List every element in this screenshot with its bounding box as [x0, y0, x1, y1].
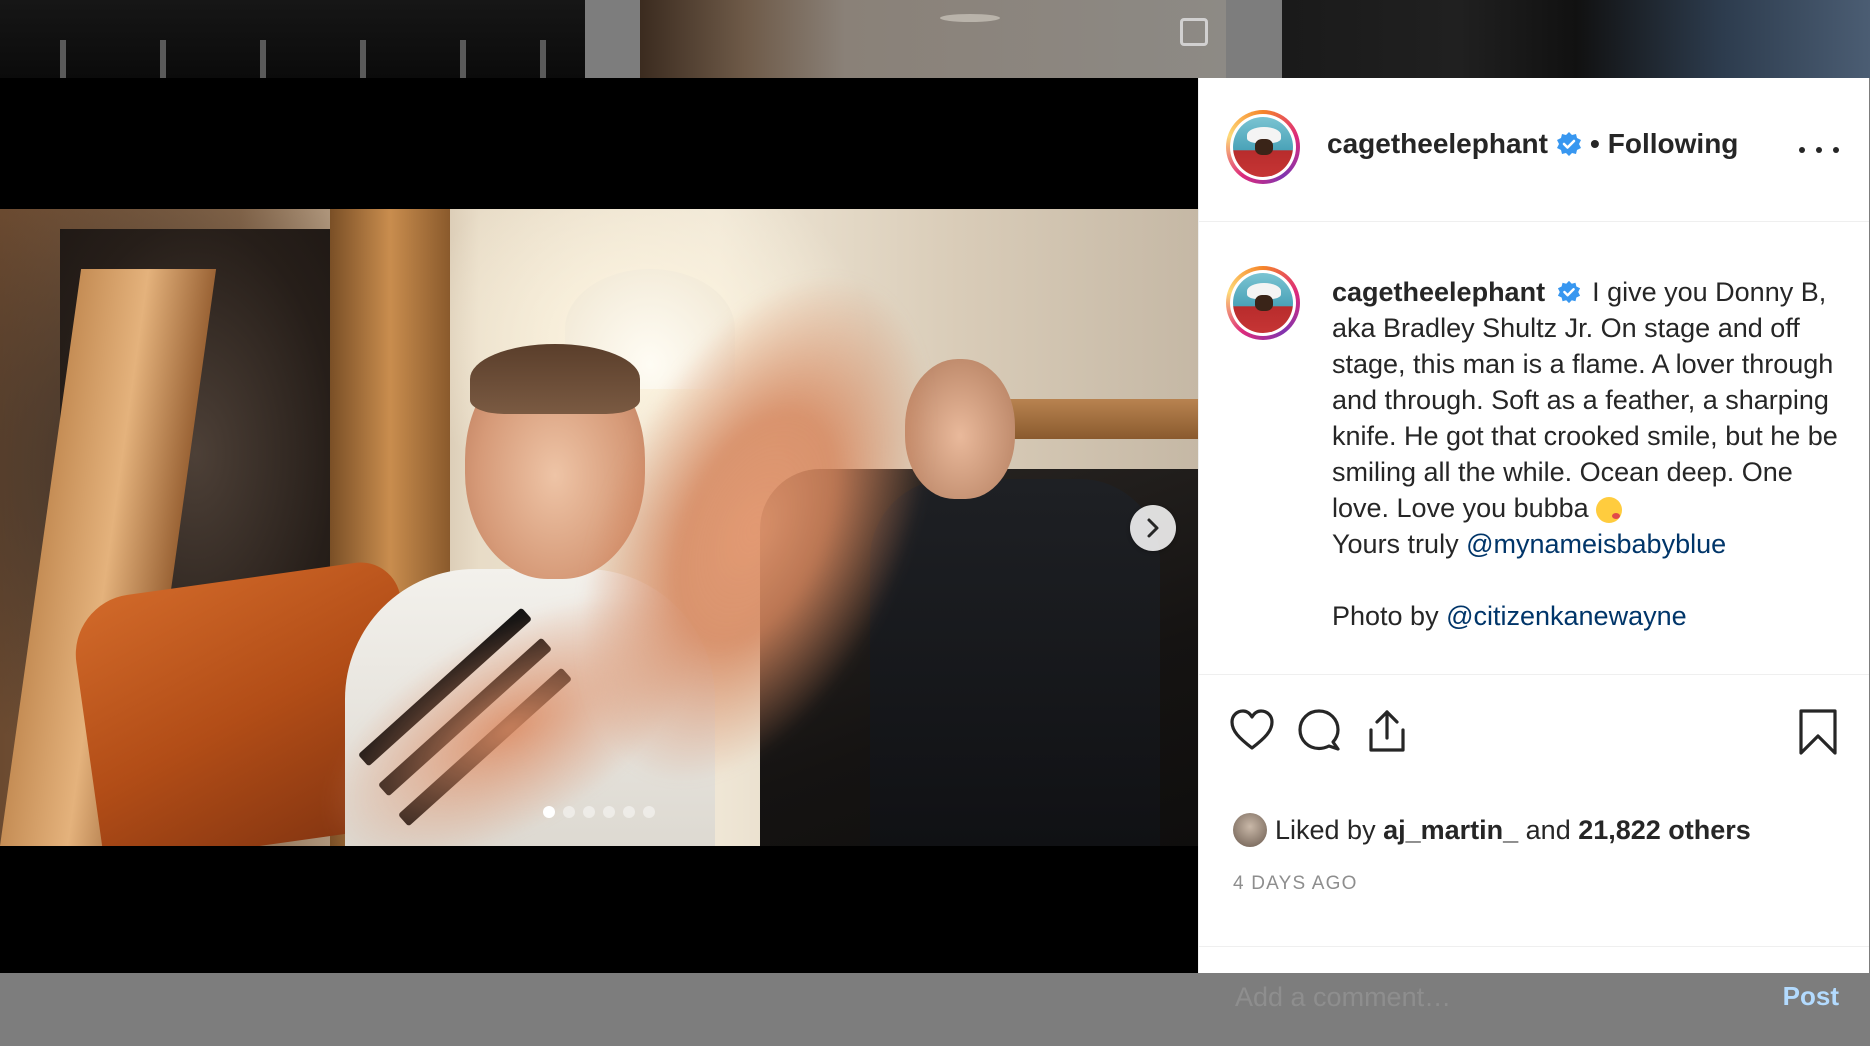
author-username[interactable]: cagetheelephant — [1327, 128, 1548, 160]
post-photo — [0, 209, 1198, 846]
post-timestamp[interactable]: 4 DAYS AGO — [1233, 873, 1358, 895]
carousel-indicator — [543, 806, 655, 818]
comment-bar: Post — [1199, 946, 1869, 1046]
author-avatar[interactable] — [1226, 110, 1300, 184]
comment-icon[interactable] — [1297, 708, 1341, 752]
bookmark-icon[interactable] — [1797, 708, 1839, 756]
photo-by-text: Photo by — [1332, 601, 1447, 631]
mention-link-citizenkanewayne[interactable]: @citizenkanewayne — [1446, 601, 1687, 631]
carousel-next-button[interactable] — [1130, 505, 1176, 551]
following-button[interactable]: Following — [1608, 128, 1739, 160]
mention-link-mynameisbabyblue[interactable]: @mynameisbabyblue — [1466, 529, 1726, 559]
heart-icon[interactable] — [1229, 708, 1275, 752]
verified-badge-icon — [1557, 280, 1580, 303]
liker-avatar[interactable] — [1233, 813, 1267, 847]
carousel-dot — [623, 806, 635, 818]
caption-section: cagetheelephant I give you Donny B, aka … — [1199, 222, 1869, 674]
post-media-area — [0, 78, 1198, 973]
carousel-dot — [583, 806, 595, 818]
comment-input[interactable] — [1233, 981, 1757, 1014]
caption-text: I give you Donny B, aka Bradley Shultz J… — [1332, 277, 1838, 523]
more-options-icon[interactable] — [1799, 138, 1839, 162]
chevron-right-icon — [1147, 518, 1159, 538]
likes-summary: Liked by aj_martin_ and 21,822 others — [1233, 813, 1751, 847]
post-comment-button[interactable]: Post — [1783, 981, 1839, 1012]
liked-by-and: and — [1518, 814, 1579, 845]
background-thumbnail-1 — [0, 0, 585, 78]
carousel-dot — [603, 806, 615, 818]
liked-by-user-link[interactable]: aj_martin_ — [1383, 815, 1518, 845]
post-header: cagetheelephant • Following — [1199, 78, 1869, 222]
caption-author-avatar[interactable] — [1226, 266, 1300, 340]
follow-separator: • — [1589, 128, 1600, 159]
kissing-face-emoji-icon — [1596, 496, 1623, 523]
post-side-panel: cagetheelephant • Following cagetheeleph… — [1198, 78, 1869, 1014]
multiple-photos-icon — [1180, 18, 1208, 46]
verified-badge-icon — [1556, 132, 1581, 156]
caption-username[interactable]: cagetheelephant — [1332, 277, 1545, 307]
share-icon[interactable] — [1365, 708, 1409, 754]
yours-truly-text: Yours truly — [1332, 529, 1467, 559]
background-thumbnail-3 — [1282, 0, 1870, 78]
background-thumbnail-2 — [640, 0, 1226, 78]
carousel-dot — [563, 806, 575, 818]
post-actions: Liked by aj_martin_ and 21,822 others 4 … — [1199, 674, 1869, 1014]
post-caption: cagetheelephant I give you Donny B, aka … — [1332, 274, 1852, 634]
carousel-dot — [643, 806, 655, 818]
liked-by-others-link[interactable]: 21,822 others — [1578, 815, 1751, 845]
carousel-dot — [543, 806, 555, 818]
liked-by-prefix: Liked by — [1275, 814, 1384, 845]
